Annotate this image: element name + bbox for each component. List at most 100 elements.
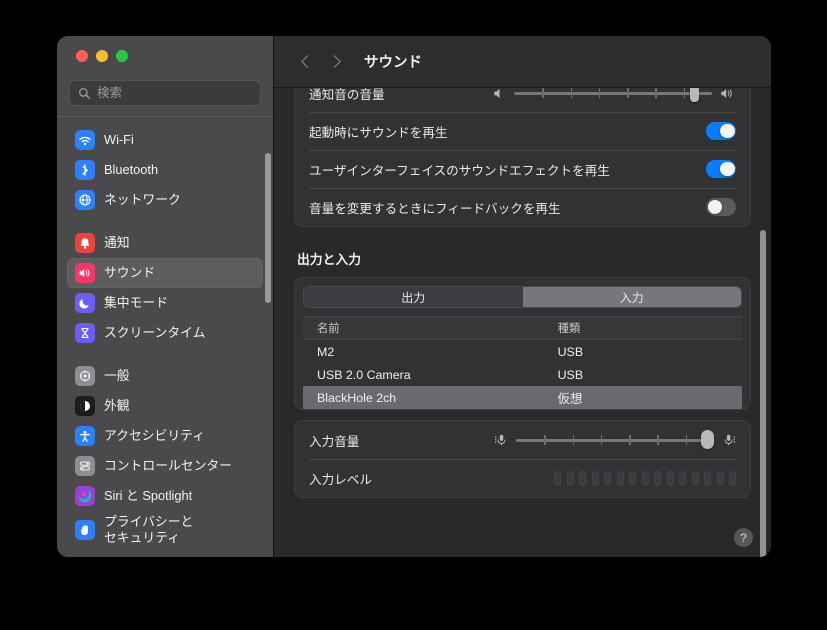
volume-feedback-toggle[interactable] (706, 198, 736, 216)
level-segment (616, 470, 624, 486)
sidebar-item-0-1[interactable]: Bluetooth (67, 155, 263, 185)
table-row[interactable]: M2 USB (303, 340, 742, 363)
sidebar-item-label: Wi-Fi (104, 132, 134, 148)
back-button[interactable] (292, 48, 320, 76)
search-container: 検索 (57, 76, 273, 116)
slider-tick (683, 88, 686, 98)
slider-tick (655, 88, 657, 98)
device-type: 仮想 (557, 391, 583, 406)
input-volume-track[interactable] (516, 430, 714, 449)
level-segment (729, 470, 736, 486)
microphone-low-icon (495, 434, 506, 446)
toolbar: サウンド (274, 36, 771, 88)
device-name: USB 2.0 Camera (317, 367, 411, 382)
level-segment (654, 470, 661, 486)
level-segment (629, 470, 636, 486)
wifi-icon (75, 130, 95, 150)
bell-icon (75, 233, 95, 253)
notification-volume-track[interactable] (514, 88, 712, 102)
chevron-right-icon (328, 55, 341, 68)
slider-tick (685, 435, 688, 445)
table-row[interactable]: USB 2.0 Camera USB (303, 363, 742, 386)
level-segment (666, 470, 674, 486)
search-icon (78, 87, 91, 99)
notification-volume-slider[interactable] (493, 88, 736, 102)
zoom-button[interactable] (116, 50, 128, 62)
gear-icon (75, 366, 95, 386)
device-table: 名前 種類 M2 USB USB 2.0 Camera USB BlackHole 2c… (303, 316, 742, 409)
microphone-high-icon (724, 434, 735, 446)
moon-icon (75, 293, 95, 313)
search-input[interactable]: 検索 (69, 80, 261, 106)
forward-button[interactable] (322, 48, 350, 76)
io-section-heading: 出力と入力 (297, 252, 361, 267)
level-segment (604, 470, 611, 486)
device-name: M2 (317, 344, 335, 359)
close-button[interactable] (76, 50, 88, 62)
startup-sound-label: 起動時にサウンドを再生 (309, 125, 448, 140)
sidebar-list[interactable]: Wi-Fi Bluetooth ネットワーク 通知サウンド集中モードスクリーンタイム一… (57, 117, 273, 557)
level-segment (554, 470, 561, 486)
startup-sound-toggle[interactable] (706, 122, 736, 140)
ui-sound-effects-toggle[interactable] (706, 160, 736, 178)
ui-sound-effects-label: ユーザインターフェイスのサウンドエフェクトを再生 (309, 163, 610, 178)
sidebar-item-label: 集中モード (104, 295, 168, 311)
sidebar-item-2-4[interactable]: Siri と Spotlight (67, 481, 263, 511)
slider-tick (627, 88, 629, 98)
sidebar-item-1-0[interactable]: 通知 (67, 228, 263, 258)
sidebar-item-2-2[interactable]: アクセシビリティ (67, 421, 263, 451)
sidebar-item-label: サウンド (104, 265, 156, 281)
table-row[interactable]: BlackHole 2ch 仮想 (303, 386, 742, 409)
input-level-row: 入力レベル (295, 459, 750, 497)
io-tab-group[interactable]: 出力 入力 (303, 286, 742, 308)
speaker-icon (75, 263, 95, 283)
level-segment (566, 470, 574, 486)
minimize-button[interactable] (96, 50, 108, 62)
help-button[interactable]: ? (734, 528, 753, 547)
content-scrollbar[interactable] (760, 230, 766, 557)
slider-knob[interactable] (689, 88, 699, 102)
input-volume-row: 入力音量 (295, 421, 750, 459)
table-header: 名前 種類 (303, 316, 742, 340)
sidebar-scrollbar[interactable] (265, 153, 271, 303)
sidebar-item-label: プライバシーと セキュリティ (104, 514, 194, 545)
toggle-knob (707, 199, 722, 215)
level-segment (691, 470, 699, 486)
toggle-knob (720, 123, 735, 139)
slider-tick (570, 88, 573, 98)
sidebar-item-2-5[interactable]: プライバシーと セキュリティ (67, 511, 263, 549)
volume-feedback-row: 音量を変更するときにフィードバックを再生 (295, 188, 750, 226)
sidebar-item-1-3[interactable]: スクリーンタイム (67, 318, 263, 348)
input-volume-slider[interactable] (494, 430, 736, 449)
sidebar-item-2-3[interactable]: コントロールセンター (67, 451, 263, 481)
slider-tick (657, 435, 659, 445)
level-segment (579, 470, 586, 486)
ui-sound-effects-row: ユーザインターフェイスのサウンドエフェクトを再生 (295, 150, 750, 188)
io-card: 出力 入力 名前 種類 M2 USB USB 2.0 Camera USB BlackH… (294, 277, 751, 410)
input-volume-label: 入力音量 (309, 434, 360, 449)
sidebar-item-0-2[interactable]: ネットワーク (67, 185, 263, 215)
sidebar-item-2-0[interactable]: 一般 (67, 361, 263, 391)
device-name: BlackHole 2ch (317, 390, 397, 405)
level-segment (716, 470, 724, 486)
toggle-knob (720, 161, 735, 177)
tab-input[interactable]: 入力 (522, 287, 741, 307)
slider-knob[interactable] (701, 430, 714, 449)
tab-output[interactable]: 出力 (304, 287, 523, 307)
level-segment (704, 470, 711, 486)
sidebar-item-2-1[interactable]: 外観 (67, 391, 263, 421)
search-placeholder: 検索 (97, 85, 123, 100)
sidebar-item-label: Siri と Spotlight (104, 488, 193, 504)
slider-tick (544, 435, 546, 445)
column-header-type: 種類 (557, 323, 581, 335)
chevron-left-icon (301, 55, 314, 68)
settings-scroll-area[interactable]: 通知音の音量 起動時にサウンドを再生 ユーザインターフェイスのサウンドエフェクト… (274, 88, 771, 557)
sidebar-item-1-2[interactable]: 集中モード (67, 288, 263, 318)
device-type: USB (557, 367, 584, 382)
sidebar-item-0-0[interactable]: Wi-Fi (67, 125, 263, 155)
input-level-meter (554, 470, 736, 486)
sidebar-item-1-1[interactable]: サウンド (67, 258, 263, 288)
sidebar-item-label: コントロールセンター (104, 458, 232, 474)
